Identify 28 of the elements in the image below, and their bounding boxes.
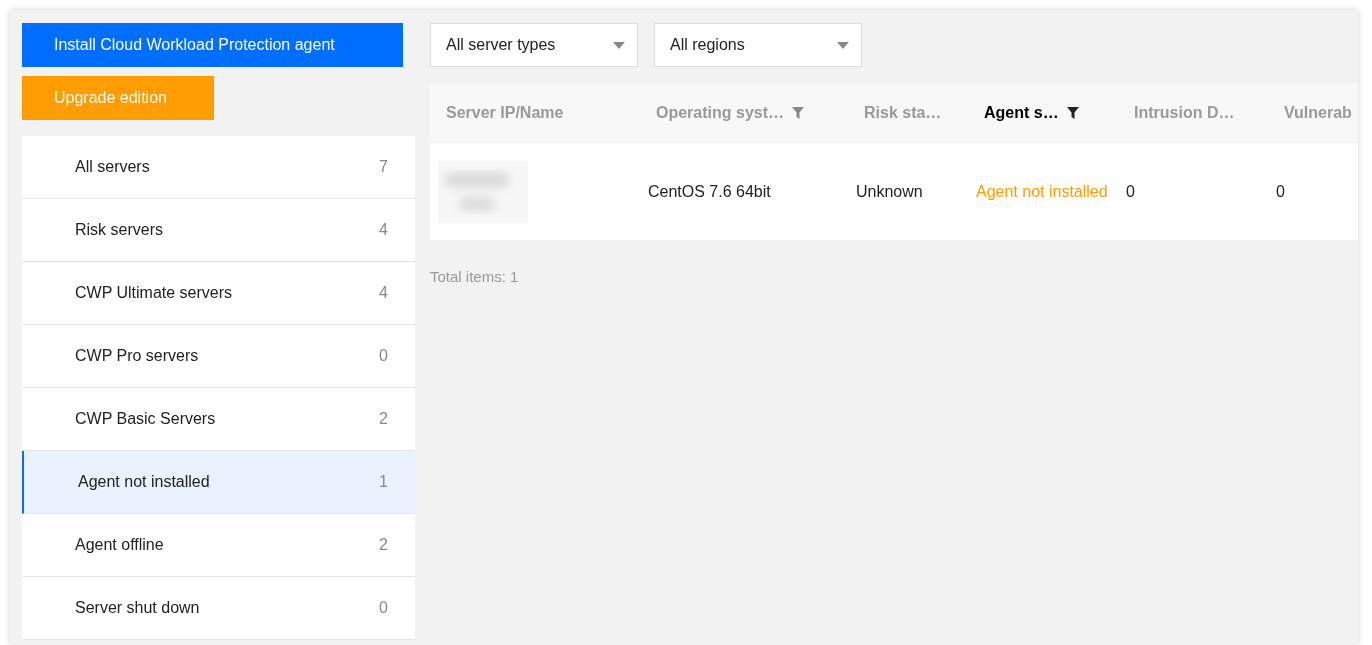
item-count: 0 xyxy=(379,599,388,617)
column-header[interactable]: Agent s… xyxy=(968,83,1118,143)
item-count: 2 xyxy=(379,536,388,554)
caret-icon xyxy=(837,41,849,49)
sidebar-item[interactable]: CWP Ultimate servers 4 xyxy=(22,262,415,325)
sidebar-item[interactable]: Agent not installed 1 xyxy=(22,451,415,514)
table-cell: CentOS 7.6 64bit xyxy=(648,182,771,200)
filter-icon[interactable] xyxy=(1066,106,1079,119)
sidebar-item[interactable]: Risk servers 4 xyxy=(22,199,415,262)
install-agent-button[interactable]: Install Cloud Workload Protection agent xyxy=(22,23,403,67)
item-count: 0 xyxy=(379,347,388,365)
table-cell: Unknown xyxy=(856,182,923,200)
item-count: 1 xyxy=(379,473,388,491)
item-count: 4 xyxy=(379,284,388,302)
item-count: 7 xyxy=(379,158,388,176)
sidebar-item[interactable]: Agent offline 2 xyxy=(22,514,415,577)
filter-dropdown[interactable]: All regions xyxy=(654,23,862,67)
sidebar-item[interactable]: All servers 7 xyxy=(22,136,415,199)
caret-icon xyxy=(613,41,625,49)
filter-dropdown[interactable]: All server types xyxy=(430,23,638,67)
table-cell: Agent not installed xyxy=(976,182,1108,200)
item-count: 4 xyxy=(379,221,388,239)
total-items: Total items: 1 xyxy=(430,268,519,285)
sidebar-item[interactable]: CWP Pro servers 0 xyxy=(22,325,415,388)
item-count: 2 xyxy=(379,410,388,428)
table-cell: 0 xyxy=(1126,182,1135,200)
sidebar-item[interactable]: Server shut down 0 xyxy=(22,577,415,640)
table-cell: 0 xyxy=(1276,182,1285,200)
